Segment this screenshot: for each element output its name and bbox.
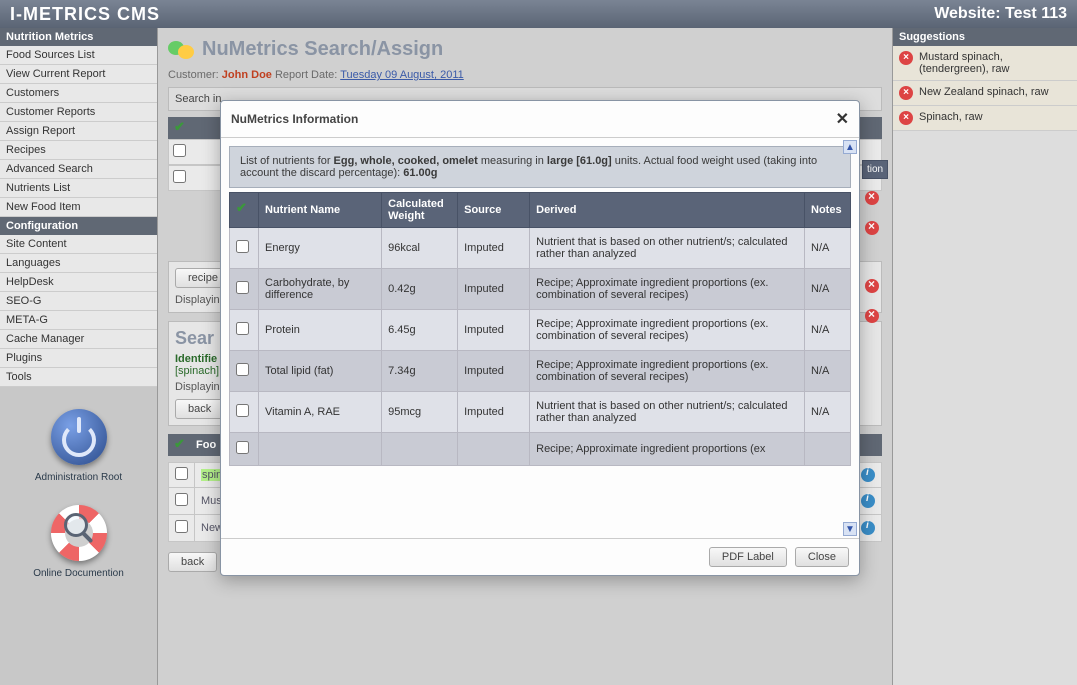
nutrient-calc: 6.45g [382, 310, 458, 351]
table-row: Recipe; Approximate ingredient proportio… [230, 433, 851, 466]
nutrient-notes: N/A [805, 228, 851, 269]
numetrics-info-modal: NuMetrics Information ✕ ▲ List of nutrie… [220, 100, 860, 576]
nutrient-derived: Recipe; Approximate ingredient proportio… [530, 269, 805, 310]
nutrient-name: Total lipid (fat) [259, 351, 382, 392]
nutrient-name: Carbohydrate, by difference [259, 269, 382, 310]
nutrient-name: Energy [259, 228, 382, 269]
table-row: Total lipid (fat)7.34gImputedRecipe; App… [230, 351, 851, 392]
col-calculated-weight[interactable]: Calculated Weight [382, 193, 458, 228]
nutrient-source: Imputed [458, 392, 530, 433]
table-row: Energy96kcalImputedNutrient that is base… [230, 228, 851, 269]
table-row: Vitamin A, RAE95mcgImputedNutrient that … [230, 392, 851, 433]
row-checkbox[interactable] [236, 404, 249, 417]
nutrient-notes: N/A [805, 351, 851, 392]
col-derived[interactable]: Derived [530, 193, 805, 228]
nutrient-source: Imputed [458, 310, 530, 351]
col-notes[interactable]: Notes [805, 193, 851, 228]
nutrients-table: Nutrient Name Calculated Weight Source D… [229, 192, 851, 466]
nutrient-calc: 96kcal [382, 228, 458, 269]
scroll-down-icon[interactable]: ▼ [843, 522, 857, 536]
nutrient-calc: 0.42g [382, 269, 458, 310]
scroll-up-icon[interactable]: ▲ [843, 140, 857, 154]
nutrient-source: Imputed [458, 228, 530, 269]
pdf-label-button[interactable]: PDF Label [709, 547, 787, 567]
row-checkbox[interactable] [236, 322, 249, 335]
nutrient-notes: N/A [805, 310, 851, 351]
modal-overlay: NuMetrics Information ✕ ▲ List of nutrie… [0, 0, 1077, 685]
table-row: Carbohydrate, by difference0.42gImputedR… [230, 269, 851, 310]
nutrient-derived: Recipe; Approximate ingredient proportio… [530, 351, 805, 392]
row-checkbox[interactable] [236, 441, 249, 454]
nutrient-derived: Nutrient that is based on other nutrient… [530, 228, 805, 269]
nutrient-notes: N/A [805, 392, 851, 433]
nutrient-calc: 7.34g [382, 351, 458, 392]
modal-title: NuMetrics Information [231, 112, 358, 126]
col-source[interactable]: Source [458, 193, 530, 228]
nutrient-notes: N/A [805, 269, 851, 310]
check-icon [236, 201, 252, 217]
nutrient-derived: Recipe; Approximate ingredient proportio… [530, 433, 805, 466]
table-row: Protein6.45gImputedRecipe; Approximate i… [230, 310, 851, 351]
nutrient-derived: Recipe; Approximate ingredient proportio… [530, 310, 805, 351]
nutrient-calc: 95mcg [382, 392, 458, 433]
nutrient-name: Vitamin A, RAE [259, 392, 382, 433]
modal-intro: List of nutrients for Egg, whole, cooked… [229, 146, 851, 188]
nutrient-derived: Nutrient that is based on other nutrient… [530, 392, 805, 433]
modal-close-icon[interactable]: ✕ [836, 109, 849, 129]
nutrient-source: Imputed [458, 351, 530, 392]
close-button[interactable]: Close [795, 547, 849, 567]
nutrient-name: Protein [259, 310, 382, 351]
nutrient-source: Imputed [458, 269, 530, 310]
col-nutrient-name[interactable]: Nutrient Name [259, 193, 382, 228]
row-checkbox[interactable] [236, 281, 249, 294]
row-checkbox[interactable] [236, 363, 249, 376]
row-checkbox[interactable] [236, 240, 249, 253]
